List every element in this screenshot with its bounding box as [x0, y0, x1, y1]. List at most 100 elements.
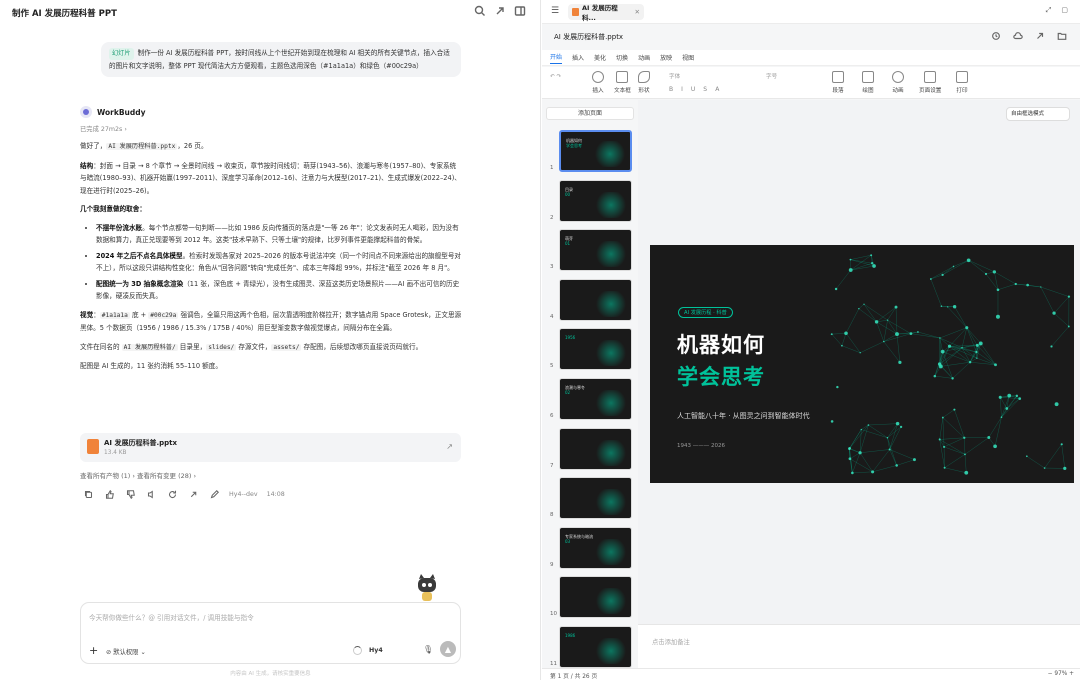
- slide-thumbnail[interactable]: 浪潮与寒冬 02: [559, 378, 632, 420]
- slide-thumbnail[interactable]: 萌芽 01: [559, 229, 632, 272]
- network-node: [848, 457, 852, 461]
- expand-icon[interactable]: ⤢: [1046, 6, 1052, 15]
- artifact-links[interactable]: 查看所有产物 (1) › 查看所有变更 (28) ›: [80, 470, 196, 480]
- cloud-icon[interactable]: [1012, 30, 1024, 42]
- network-node: [987, 436, 991, 439]
- speaker-icon[interactable]: [145, 488, 157, 500]
- microphone-icon[interactable]: 🎙: [423, 645, 433, 654]
- list-item: 不摆年份流水账。每个节点都带一句判断——比如 1986 反向传播页的落点是"一等…: [96, 222, 462, 247]
- tab-transition[interactable]: 切换: [616, 53, 628, 62]
- network-node: [830, 333, 833, 336]
- tab-insert[interactable]: 插入: [572, 53, 584, 62]
- close-icon[interactable]: ✕: [635, 8, 640, 16]
- slide-subtitle: 人工智能八十年 · 从图灵之问到智能体时代: [677, 412, 810, 420]
- notes-area[interactable]: 点击添加备注: [638, 624, 1080, 668]
- slide-thumbnail[interactable]: [559, 576, 632, 619]
- network-node: [1052, 311, 1056, 315]
- network-link: [852, 471, 873, 474]
- network-node: [994, 363, 997, 367]
- thumbnail-graphic: [594, 489, 628, 516]
- network-link: [868, 424, 888, 438]
- network-link: [947, 306, 967, 328]
- completion-status[interactable]: 已完成 27m2s ›: [80, 124, 127, 133]
- tab-file[interactable]: AI 发展历程科... ✕: [568, 4, 644, 22]
- thumbnail-text: 萌芽 01: [565, 236, 573, 247]
- zoom-control[interactable]: − 97% +: [1048, 671, 1074, 677]
- add-icon[interactable]: +: [89, 644, 98, 657]
- slide-thumbnail[interactable]: [559, 427, 632, 470]
- network-link: [876, 321, 885, 342]
- network-link: [887, 319, 912, 334]
- send-button[interactable]: ▲: [440, 641, 456, 657]
- list-item: 配图统一为 3D 抽象概念渲染（11 张，深色底 + 青绿光），没有生成图灵、深…: [96, 278, 462, 303]
- insert-button[interactable]: 插入: [592, 71, 604, 94]
- thumbnail-number: 9: [550, 561, 554, 568]
- share-icon[interactable]: [494, 5, 506, 17]
- slide-thumbnail[interactable]: 1956: [559, 328, 632, 371]
- chat-input-box[interactable]: 今天帮你做些什么？@ 引用对话文件，/ 调用技能与指令 + ⊘ 默认权限 ⌄ H…: [80, 602, 461, 664]
- print-button[interactable]: 打印: [956, 71, 968, 94]
- network-link: [942, 409, 955, 418]
- file-card[interactable]: AI 发展历程科普.pptx 13.4 KB ↗: [80, 433, 461, 462]
- share-icon[interactable]: [1034, 30, 1046, 42]
- tab-beautify[interactable]: 美化: [594, 53, 606, 62]
- tab-slideshow[interactable]: 放映: [660, 53, 672, 62]
- network-node: [1018, 397, 1022, 400]
- network-node: [943, 466, 946, 469]
- textbox-button[interactable]: 文本框: [614, 71, 631, 94]
- thumbs-up-icon[interactable]: [103, 488, 115, 500]
- tab-animation[interactable]: 动画: [638, 53, 650, 62]
- thumbs-down-icon[interactable]: [124, 488, 136, 500]
- retry-icon[interactable]: [166, 488, 178, 500]
- network-node: [968, 360, 972, 364]
- select-mode-toggle[interactable]: 自由框选模式: [1006, 107, 1070, 121]
- network-node: [963, 436, 966, 439]
- copy-icon[interactable]: [82, 488, 94, 500]
- close-panel-icon[interactable]: ▢: [1061, 6, 1068, 15]
- add-page-button[interactable]: 添加页面: [546, 107, 634, 120]
- menu-icon[interactable]: ☰: [551, 6, 559, 16]
- tab-home[interactable]: 开始: [550, 52, 563, 64]
- network-node: [984, 272, 988, 276]
- open-external-icon[interactable]: ↗: [446, 442, 453, 451]
- edit-icon[interactable]: [208, 488, 220, 500]
- animation-button[interactable]: 动画: [892, 71, 904, 94]
- paragraph-button[interactable]: 段落: [832, 71, 844, 94]
- slide-preview[interactable]: AI 发展历程 · 科普 机器如何 学会思考 人工智能八十年 · 从图灵之问到智…: [650, 245, 1074, 483]
- format-icons[interactable]: BIUSA: [669, 86, 727, 93]
- chat-input[interactable]: 今天帮你做些什么？@ 引用对话文件，/ 调用技能与指令: [89, 612, 254, 622]
- network-node: [939, 337, 941, 339]
- slide-thumbnail[interactable]: 目录 00: [559, 179, 632, 222]
- thumbnail-text: 机器如何 学会思考: [566, 138, 582, 148]
- size-select[interactable]: 字号: [766, 72, 777, 80]
- network-node: [1050, 345, 1053, 348]
- undo-icon[interactable]: ↶ ↷: [550, 74, 561, 80]
- shape-button[interactable]: 形状: [638, 71, 650, 94]
- slide-thumbnail[interactable]: 专家系统与暗流 03: [559, 526, 632, 569]
- network-link: [863, 304, 888, 321]
- font-select[interactable]: 字体: [669, 72, 680, 80]
- network-node: [851, 471, 854, 475]
- network-link: [850, 262, 873, 271]
- slide-thumbnail[interactable]: [559, 477, 632, 520]
- page-setup-button[interactable]: 页面设置: [919, 71, 941, 94]
- panel-toggle-icon[interactable]: [514, 5, 526, 17]
- folder-icon[interactable]: [1056, 30, 1068, 42]
- search-icon[interactable]: [474, 5, 486, 17]
- model-select[interactable]: Hy4: [369, 647, 383, 654]
- ribbon-toolbar: ↶ ↷ 插入 文本框 形状 字体 字号 BIUSA 段落 绘图 动画 页面设置 …: [542, 67, 1080, 99]
- network-node: [871, 262, 874, 265]
- network-link: [858, 304, 865, 309]
- tab-view[interactable]: 视图: [682, 53, 694, 62]
- slide-thumbnail[interactable]: [559, 278, 632, 321]
- network-node: [834, 287, 838, 291]
- slide-thumbnail[interactable]: 机器如何 学会思考: [559, 130, 632, 172]
- permission-select[interactable]: ⊘ 默认权限 ⌄: [106, 647, 146, 656]
- network-link: [997, 283, 1016, 290]
- draw-button[interactable]: 绘图: [862, 71, 874, 94]
- network-node: [992, 270, 997, 274]
- history-icon[interactable]: [990, 30, 1002, 42]
- bot-answer: 做好了， AI 发展历程科普.pptx ，26 页。 结构：封面 → 目录 → 8 …: [80, 140, 462, 379]
- share-icon[interactable]: [187, 488, 199, 500]
- slide-thumbnail[interactable]: 1986: [559, 626, 632, 668]
